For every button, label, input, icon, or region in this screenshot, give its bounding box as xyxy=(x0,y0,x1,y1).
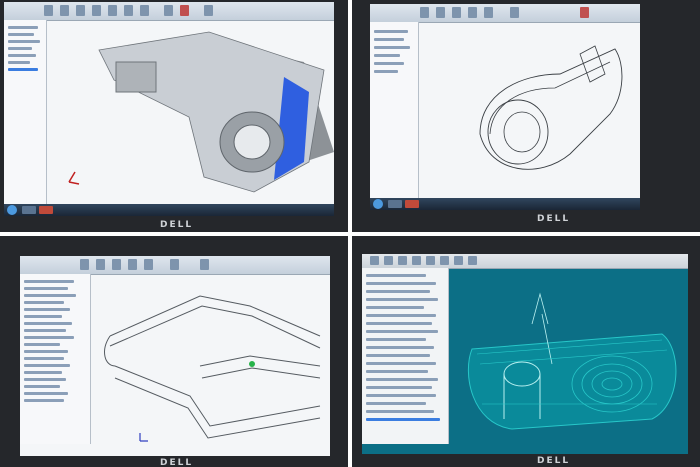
brand-logo: DELL xyxy=(537,456,571,466)
photo-cad-assembly-wireframe: DELL xyxy=(0,236,348,467)
photo-cam-toolpath: DELL xyxy=(352,236,700,467)
toolpath-render xyxy=(467,292,677,430)
photo-cad-wireframe: DELL xyxy=(352,0,700,232)
windows-taskbar xyxy=(370,198,640,210)
cam-screen xyxy=(362,254,688,454)
windows-taskbar xyxy=(4,204,334,216)
cad-screen xyxy=(20,256,330,456)
cad-screen xyxy=(4,2,334,216)
cad-screen xyxy=(370,4,640,210)
solid-part-render xyxy=(68,31,334,193)
wireframe-assembly-render xyxy=(104,295,321,442)
brand-logo: DELL xyxy=(160,458,194,467)
brand-logo: DELL xyxy=(160,220,194,230)
wireframe-part-render xyxy=(479,45,623,170)
photo-cad-solid-model: DELL xyxy=(0,0,348,232)
brand-logo: DELL xyxy=(537,214,571,224)
